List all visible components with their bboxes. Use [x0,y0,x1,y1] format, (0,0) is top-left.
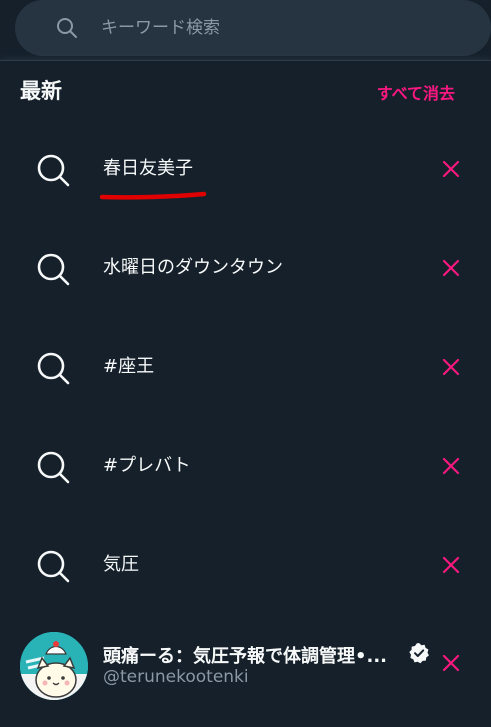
account-name: 頭痛ーる：気圧予報で体調管理•... [103,646,388,667]
close-icon[interactable] [438,255,464,281]
search-placeholder: キーワード検索 [101,18,220,38]
recent-search-label: #プレバト [103,455,191,476]
recent-search-item[interactable]: 気圧 [0,515,491,614]
verified-badge-icon [409,643,429,664]
close-icon[interactable] [438,650,464,676]
clear-all-button[interactable]: すべて消去 [377,80,455,104]
avatar [20,632,88,700]
close-icon[interactable] [438,156,464,182]
red-annotation-underline [100,191,207,200]
recent-search-label: 気圧 [103,554,139,575]
close-icon[interactable] [438,453,464,479]
search-icon [37,352,70,385]
recent-search-item[interactable]: #プレバト [0,416,491,515]
recent-account-item[interactable]: 頭痛ーる：気圧予報で体調管理•... @terunekootenki [0,626,491,727]
close-icon[interactable] [438,552,464,578]
recent-search-item[interactable]: #座王 [0,317,491,416]
recent-search-label: #座王 [103,356,155,377]
search-icon [37,154,70,187]
search-icon [37,451,70,484]
search-input[interactable]: キーワード検索 [15,0,491,56]
search-icon [57,18,77,38]
account-handle: @terunekootenki [103,667,249,687]
top-bar: キーワード検索 [0,0,491,60]
panel-title: 最新 [20,79,62,103]
search-icon [37,253,70,286]
recent-search-label: 水曜日のダウンタウン [103,257,283,278]
panel-header: 最新 すべて消去 [0,61,491,119]
recent-search-item[interactable]: 水曜日のダウンタウン [0,218,491,317]
recent-searches-dropdown: 最新 すべて消去 春日友美子 水曜日のダウンタウン #座王 #プレバト 気圧 頭… [0,60,491,727]
search-icon [37,550,70,583]
close-icon[interactable] [438,354,464,380]
recent-search-item[interactable]: 春日友美子 [0,119,491,218]
recent-search-label: 春日友美子 [103,158,193,179]
cat-mascot-icon [20,632,88,700]
